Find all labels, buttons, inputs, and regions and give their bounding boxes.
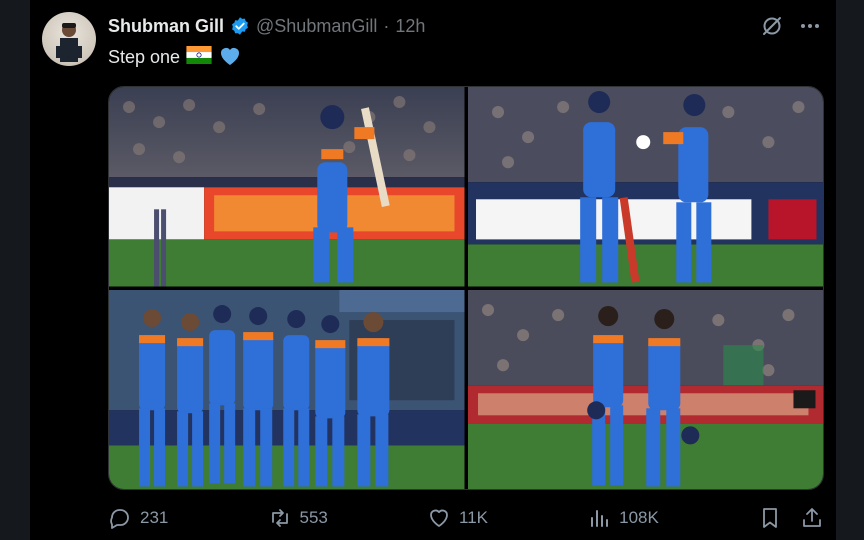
bookmark-icon[interactable] [758, 506, 782, 530]
like-button[interactable]: 11K [427, 506, 488, 530]
repost-icon [268, 506, 292, 530]
share-icon[interactable] [800, 506, 824, 530]
more-options-icon[interactable] [798, 14, 822, 38]
repost-button[interactable]: 553 [268, 506, 328, 530]
photo-batsman-shot[interactable] [109, 87, 465, 287]
photo-two-batsmen[interactable] [467, 289, 823, 489]
india-flag-icon [186, 46, 212, 69]
tweet-header: Shubman Gill @ShubmanGill · 12h [108, 14, 425, 38]
user-handle[interactable]: @ShubmanGill [256, 16, 377, 37]
reply-icon [108, 506, 132, 530]
grok-icon[interactable] [760, 14, 784, 38]
media-grid [108, 86, 824, 490]
like-count: 11K [459, 508, 488, 527]
display-name[interactable]: Shubman Gill [108, 16, 224, 37]
heart-icon [427, 506, 451, 530]
views-chart-icon [587, 506, 611, 530]
views-button[interactable]: 108K [587, 506, 659, 530]
tweet-text-content: Step one [108, 47, 181, 67]
action-right-group [758, 506, 824, 530]
repost-count: 553 [299, 508, 328, 527]
timestamp[interactable]: 12h [395, 16, 425, 37]
reply-button[interactable]: 231 [108, 506, 168, 530]
reply-count: 231 [140, 508, 169, 527]
tweet-text: Step one [108, 44, 242, 71]
tweet-top-icons [760, 14, 822, 38]
photo-team-walking[interactable] [109, 289, 465, 489]
separator-dot: · [383, 15, 390, 36]
views-count: 108K [619, 508, 659, 527]
profile-avatar[interactable] [42, 12, 96, 66]
verified-badge-icon [230, 16, 250, 36]
tweet-card[interactable]: Shubman Gill @ShubmanGill · 12h Step one… [30, 0, 836, 540]
tweet-actions: 231 553 11K 108K [108, 500, 824, 536]
blue-heart-icon [218, 44, 242, 71]
photo-fist-bump[interactable] [467, 87, 823, 287]
